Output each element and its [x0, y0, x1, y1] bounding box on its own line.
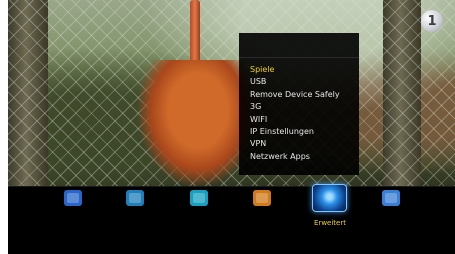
submenu-list: Spiele USB Remove Device Safely 3G WIFI …: [239, 58, 359, 163]
submenu-header: [239, 33, 359, 58]
menu-item-wifi[interactable]: WIFI: [250, 114, 359, 126]
media-icon[interactable]: [126, 190, 144, 206]
submenu-panel: Spiele USB Remove Device Safely 3G WIFI …: [239, 33, 359, 175]
selected-menu-label: Erweitert: [314, 219, 346, 227]
tv-icon[interactable]: [382, 190, 400, 206]
advanced-globe-icon[interactable]: [312, 184, 347, 212]
menu-item-remove-device-safely[interactable]: Remove Device Safely: [250, 89, 359, 101]
menu-item-spiele[interactable]: Spiele: [250, 64, 359, 76]
menu-item-netzwerk-apps[interactable]: Netzwerk Apps: [250, 151, 359, 163]
main-menu-bar: [8, 186, 455, 211]
bottom-area: [8, 210, 455, 254]
channel-logo-icon: 1: [421, 10, 443, 32]
menu-item-ip-einstellungen[interactable]: IP Einstellungen: [250, 126, 359, 138]
picture-icon[interactable]: [190, 190, 208, 206]
menu-item-3g[interactable]: 3G: [250, 101, 359, 113]
menu-item-usb[interactable]: USB: [250, 76, 359, 88]
globe-icon[interactable]: [64, 190, 82, 206]
video-background: 1: [8, 0, 455, 186]
channel-logo-text: 1: [427, 13, 437, 29]
tv-screen: 1 Spiele USB Remove Device Safely 3G WIF…: [8, 0, 455, 254]
box-icon[interactable]: [253, 190, 271, 206]
menu-item-vpn[interactable]: VPN: [250, 138, 359, 150]
